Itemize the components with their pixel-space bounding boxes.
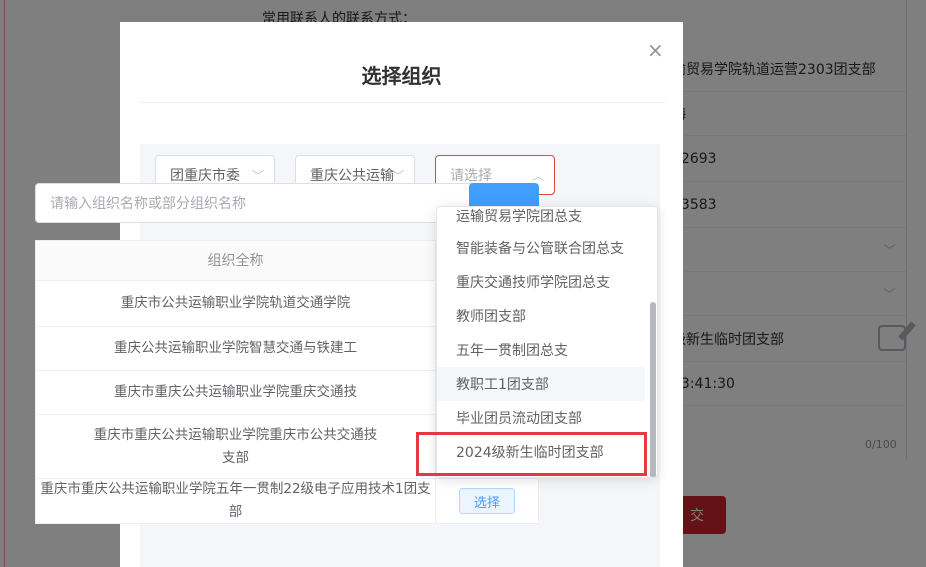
org-fullname: 重庆公共运输职业学院智慧交通与铁建工 bbox=[36, 327, 436, 370]
chevron-down-icon: ﹀ bbox=[391, 169, 404, 183]
dialog-title: 选择组织 bbox=[361, 64, 442, 88]
divider bbox=[140, 102, 665, 103]
highlight-annotation bbox=[416, 432, 647, 476]
dropdown-option[interactable]: 智能装备与公管联合团总支 bbox=[437, 231, 645, 265]
dropdown-option[interactable]: 教职工1团支部 bbox=[437, 367, 645, 401]
select-button[interactable]: 选择 bbox=[459, 488, 515, 514]
scrollbar[interactable] bbox=[650, 302, 656, 477]
dropdown-option[interactable]: 五年一贯制团总支 bbox=[437, 333, 645, 367]
dropdown-option[interactable]: 毕业团员流动团支部 bbox=[437, 401, 645, 435]
org-fullname: 重庆市重庆公共运输职业学院重庆交通技 bbox=[36, 371, 436, 414]
dropdown-option[interactable]: 教师团支部 bbox=[437, 299, 645, 333]
dropdown-option[interactable]: 运输贸易学院团总支 bbox=[437, 207, 645, 233]
org-search-input[interactable]: 请输入组织名称或部分组织名称 bbox=[35, 183, 475, 223]
org-fullname: 重庆市重庆公共运输职业学院五年一贯制22级电子应用技术1团支部 bbox=[36, 479, 436, 523]
dropdown-option[interactable]: 重庆交通技师学院团总支 bbox=[437, 265, 645, 299]
chevron-up-icon: ︿ bbox=[531, 169, 544, 183]
close-icon[interactable]: × bbox=[647, 40, 664, 60]
column-header-fullname: 组织全称 bbox=[36, 241, 436, 280]
org-fullname: 重庆市重庆公共运输职业学院重庆市公共交通技 支部 bbox=[36, 415, 436, 478]
chevron-down-icon: ﹀ bbox=[251, 169, 264, 183]
org-fullname: 重庆市公共运输职业学院轨道交通学院 bbox=[36, 281, 436, 326]
table-row: 重庆市重庆公共运输职业学院五年一贯制22级电子应用技术1团支部 选择 bbox=[36, 479, 538, 523]
